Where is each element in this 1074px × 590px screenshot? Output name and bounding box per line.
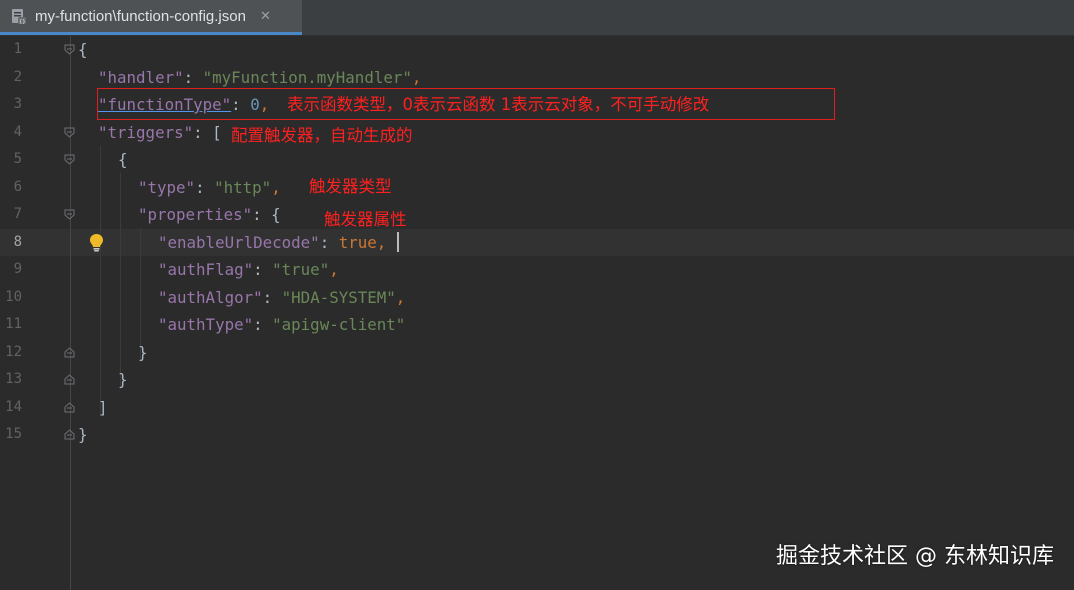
code-token: { [78, 40, 88, 59]
code-token: "true" [272, 260, 330, 279]
lightbulb-icon[interactable] [88, 233, 105, 252]
code-token: , [329, 260, 339, 279]
code-token: , [395, 287, 406, 307]
code-token: : [319, 232, 339, 252]
code-token: "myFunction.myHandler" [202, 67, 412, 87]
code-line[interactable]: } [118, 366, 128, 393]
code-token: : [183, 67, 203, 87]
code-token: : [ [193, 122, 222, 142]
code-token: "enableUrlDecode" [158, 232, 320, 252]
fold-expand-icon[interactable] [64, 127, 75, 138]
code-line[interactable]: "type": "http", [138, 174, 281, 201]
line-number: 6 [13, 178, 22, 195]
indent-guide [120, 173, 121, 389]
line-number: 13 [5, 371, 22, 387]
code-line[interactable]: "authAlgor": "HDA-SYSTEM", [158, 284, 405, 311]
watermark: 掘金技术社区 @ 东林知识库 [776, 544, 1054, 569]
code-token: "properties" [138, 205, 253, 224]
annotation-trigger-type: 触发器类型 [309, 177, 392, 196]
code-token: "authType" [158, 315, 254, 334]
code-token: } [78, 425, 88, 444]
line-number: 1 [13, 41, 22, 57]
fold-expand-icon[interactable] [64, 154, 75, 165]
code-line[interactable]: { [78, 36, 88, 63]
code-token: "apigw-client" [272, 315, 406, 334]
code-line[interactable]: } [138, 339, 148, 366]
code-token: "HDA-SYSTEM" [281, 287, 396, 307]
close-icon[interactable]: ✕ [260, 9, 271, 24]
tab-title: my-function\function-config.json [35, 7, 246, 25]
json-file-icon: {} [12, 8, 26, 25]
fold-expand-icon[interactable] [64, 44, 75, 55]
line-number: 11 [5, 316, 22, 332]
fold-end-icon[interactable] [64, 429, 75, 440]
code-line[interactable]: ] [98, 394, 108, 421]
line-number: 8 [13, 233, 22, 250]
code-token: , [271, 177, 281, 197]
code-line[interactable]: "authType": "apigw-client" [158, 311, 405, 338]
code-line[interactable]: "handler": "myFunction.myHandler", [98, 64, 421, 91]
code-token: , [376, 232, 387, 252]
code-token: , [411, 67, 422, 87]
code-token: "handler" [98, 67, 184, 87]
code-line[interactable]: "triggers": [ [98, 119, 222, 146]
code-token: "type" [138, 177, 196, 197]
line-number: 5 [13, 151, 22, 167]
code-token: : [262, 287, 282, 307]
line-number: 10 [5, 288, 22, 305]
line-number: 2 [13, 68, 22, 85]
annotation-trigger-properties: 触发器属性 [324, 210, 407, 229]
annotation-function-type: 表示函数类型，0表示云函数 1表示云对象，不可手动修改 [287, 95, 710, 114]
line-number: 14 [5, 398, 22, 415]
code-token: true [338, 232, 377, 252]
code-token: } [138, 342, 148, 362]
svg-text:{}: {} [19, 19, 26, 25]
code-editor[interactable]: 1 2 3 4 5 6 7 8 9 10 11 12 13 14 15 {"handler": "myFun… [0, 36, 1074, 590]
code-line[interactable]: "enableUrlDecode": true, [158, 229, 386, 256]
line-number: 3 [13, 96, 22, 112]
code-token: : [253, 260, 273, 279]
code-line[interactable]: { [118, 146, 128, 173]
code-token: : [195, 177, 215, 197]
code-line[interactable]: "properties": { [138, 201, 281, 228]
code-token: ] [98, 397, 108, 417]
code-token: } [118, 370, 128, 389]
code-token: { [118, 150, 128, 169]
line-number: 4 [13, 123, 22, 140]
fold-end-icon[interactable] [64, 346, 75, 358]
code-token: "http" [214, 177, 272, 197]
code-token: : { [252, 205, 281, 224]
line-number: 15 [5, 426, 22, 442]
code-token: "authAlgor" [158, 287, 263, 307]
editor-tab-bar: {} my-function\function-config.json ✕ [0, 0, 1074, 36]
fold-end-icon[interactable] [64, 401, 75, 413]
line-number: 7 [13, 206, 22, 222]
code-token: "triggers" [98, 122, 194, 142]
code-token: "authFlag" [158, 260, 254, 279]
code-token: : [253, 315, 273, 334]
fold-end-icon[interactable] [64, 374, 75, 385]
line-number: 12 [5, 343, 22, 360]
fold-expand-icon[interactable] [64, 209, 75, 220]
tab-function-config[interactable]: {} my-function\function-config.json ✕ [0, 0, 302, 35]
gutter-divider [70, 36, 71, 590]
line-number: 9 [13, 261, 22, 277]
code-line[interactable]: } [78, 421, 88, 448]
indent-guide [100, 146, 101, 416]
code-line[interactable]: "authFlag": "true", [158, 256, 339, 283]
annotation-triggers: 配置触发器，自动生成的 [231, 126, 413, 145]
text-caret [397, 232, 399, 252]
